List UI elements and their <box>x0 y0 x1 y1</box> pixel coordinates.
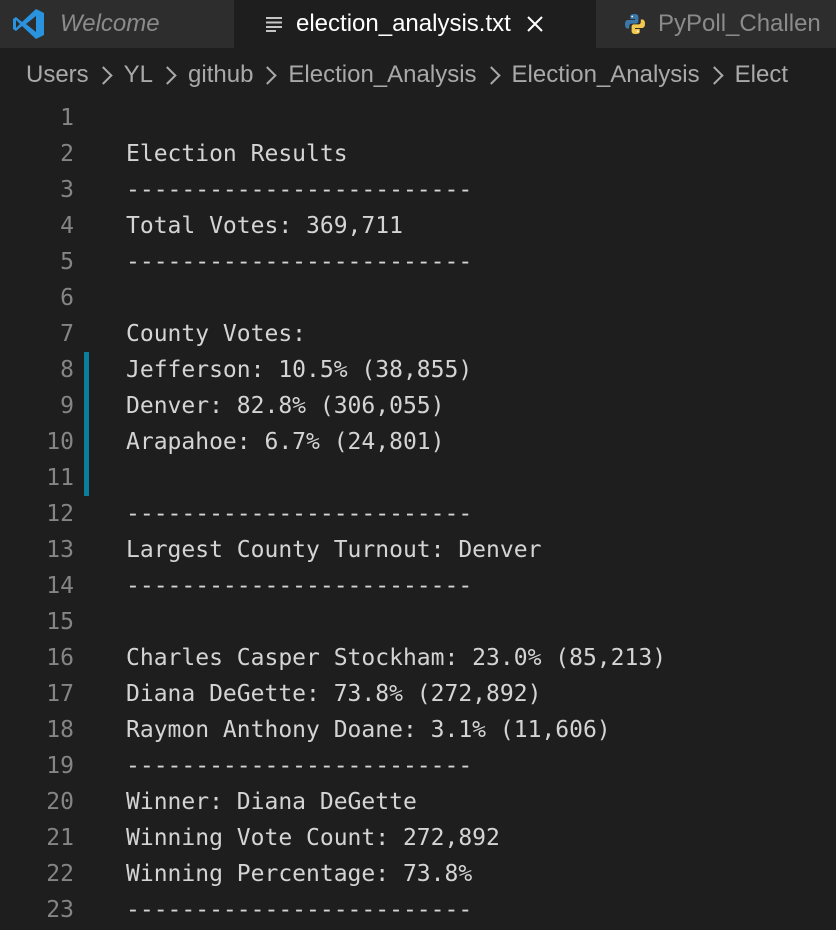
code-line[interactable]: 21 Winning Vote Count: 272,892 <box>0 820 836 856</box>
code-line[interactable]: 6 <box>0 280 836 316</box>
tab-welcome[interactable]: Welcome <box>0 0 234 48</box>
tab-label: election_analysis.txt <box>296 10 511 37</box>
code-line[interactable]: 1 <box>0 100 836 136</box>
code-line[interactable]: 3 ------------------------- <box>0 172 836 208</box>
line-number: 11 <box>46 465 74 491</box>
line-number: 15 <box>46 609 74 635</box>
code-line[interactable]: 7 County Votes: <box>0 316 836 352</box>
line-number: 16 <box>46 645 74 671</box>
line-text: Arapahoe: 6.7% (24,801) <box>126 429 445 455</box>
line-number: 23 <box>46 897 74 923</box>
chevron-right-icon <box>481 65 501 85</box>
line-text: ------------------------- <box>126 177 473 203</box>
line-text: Winning Percentage: 73.8% <box>126 861 473 887</box>
line-number: 19 <box>46 753 74 779</box>
line-number: 20 <box>46 789 74 815</box>
chevron-right-icon <box>158 65 177 85</box>
line-text: Winner: Diana DeGette <box>126 789 417 815</box>
code-line[interactable]: 4 Total Votes: 369,711 <box>0 208 836 244</box>
code-line[interactable]: 9 Denver: 82.8% (306,055) <box>0 388 836 424</box>
line-number: 22 <box>46 861 74 887</box>
line-number: 2 <box>60 141 74 167</box>
line-text: Diana DeGette: 73.8% (272,892) <box>126 681 542 707</box>
breadcrumb-item-election-analysis-sub[interactable]: Election_Analysis <box>512 61 700 89</box>
line-number: 4 <box>60 213 74 239</box>
line-number: 17 <box>46 681 74 707</box>
line-text: Charles Casper Stockham: 23.0% (85,213) <box>126 645 667 671</box>
line-number: 3 <box>60 177 74 203</box>
line-number: 12 <box>46 501 74 527</box>
vscode-logo-icon <box>12 7 46 41</box>
line-number: 9 <box>60 393 74 419</box>
tab-election-analysis[interactable]: election_analysis.txt <box>234 0 596 48</box>
tab-label: Welcome <box>60 10 160 37</box>
line-text: ------------------------- <box>126 897 473 923</box>
line-text: ------------------------- <box>126 501 473 527</box>
line-number: 7 <box>60 321 74 347</box>
line-text: ------------------------- <box>126 753 473 779</box>
breadcrumb-item-github[interactable]: github <box>188 61 253 89</box>
tab-pypoll[interactable]: PyPoll_Challen <box>596 0 836 48</box>
tab-bar: Welcome election_analysis.txt PyPoll_Cha… <box>0 0 836 48</box>
code-line[interactable]: 14 ------------------------- <box>0 568 836 604</box>
line-number: 8 <box>60 357 74 383</box>
line-text: Election Results <box>126 141 348 167</box>
line-number: 5 <box>60 249 74 275</box>
breadcrumb: Users YL github Election_Analysis Electi… <box>0 48 836 102</box>
close-icon[interactable] <box>525 14 545 34</box>
line-text: Winning Vote Count: 272,892 <box>126 825 500 851</box>
code-line[interactable]: 22 Winning Percentage: 73.8% <box>0 856 836 892</box>
code-line[interactable]: 5 ------------------------- <box>0 244 836 280</box>
line-text: Total Votes: 369,711 <box>126 213 403 239</box>
code-line[interactable]: 18 Raymon Anthony Doane: 3.1% (11,606) <box>0 712 836 748</box>
code-line[interactable]: 19 ------------------------- <box>0 748 836 784</box>
breadcrumb-item-users[interactable]: Users <box>26 61 89 89</box>
breadcrumb-item-file[interactable]: Elect <box>735 61 788 89</box>
breadcrumb-item-election-analysis[interactable]: Election_Analysis <box>288 61 476 89</box>
chevron-right-icon <box>258 65 278 85</box>
code-line[interactable]: 10 Arapahoe: 6.7% (24,801) <box>0 424 836 460</box>
line-number: 6 <box>60 285 74 311</box>
code-line[interactable]: 17 Diana DeGette: 73.8% (272,892) <box>0 676 836 712</box>
code-line[interactable]: 2 Election Results <box>0 136 836 172</box>
line-number: 14 <box>46 573 74 599</box>
line-number: 1 <box>60 105 74 131</box>
line-text: Jefferson: 10.5% (38,855) <box>126 357 473 383</box>
line-number: 10 <box>46 429 74 455</box>
breadcrumb-item-yl[interactable]: YL <box>124 61 153 89</box>
code-line[interactable]: 8 Jefferson: 10.5% (38,855) <box>0 352 836 388</box>
code-line[interactable]: 23 ------------------------- <box>0 892 836 928</box>
code-line[interactable]: 11 <box>0 460 836 496</box>
line-text: ------------------------- <box>126 249 473 275</box>
chevron-right-icon <box>93 65 113 85</box>
text-file-icon <box>266 16 284 32</box>
line-number: 13 <box>46 537 74 563</box>
code-line[interactable]: 12 ------------------------- <box>0 496 836 532</box>
line-text: Largest County Turnout: Denver <box>126 537 542 563</box>
code-line[interactable]: 16 Charles Casper Stockham: 23.0% (85,213… <box>0 640 836 676</box>
line-text: ------------------------- <box>126 573 473 599</box>
chevron-right-icon <box>704 65 724 85</box>
tab-label: PyPoll_Challen <box>658 10 821 37</box>
line-text: Denver: 82.8% (306,055) <box>126 393 445 419</box>
code-line[interactable]: 15 <box>0 604 836 640</box>
line-text: Raymon Anthony Doane: 3.1% (11,606) <box>126 717 611 743</box>
code-line[interactable]: 13 Largest County Turnout: Denver <box>0 532 836 568</box>
code-line[interactable]: 20 Winner: Diana DeGette <box>0 784 836 820</box>
line-text: County Votes: <box>126 321 307 347</box>
editor[interactable]: 1 2 Election Results 3 ---------------------… <box>0 100 836 930</box>
line-number: 18 <box>46 717 74 743</box>
line-number: 21 <box>46 825 74 851</box>
python-icon <box>624 13 646 35</box>
